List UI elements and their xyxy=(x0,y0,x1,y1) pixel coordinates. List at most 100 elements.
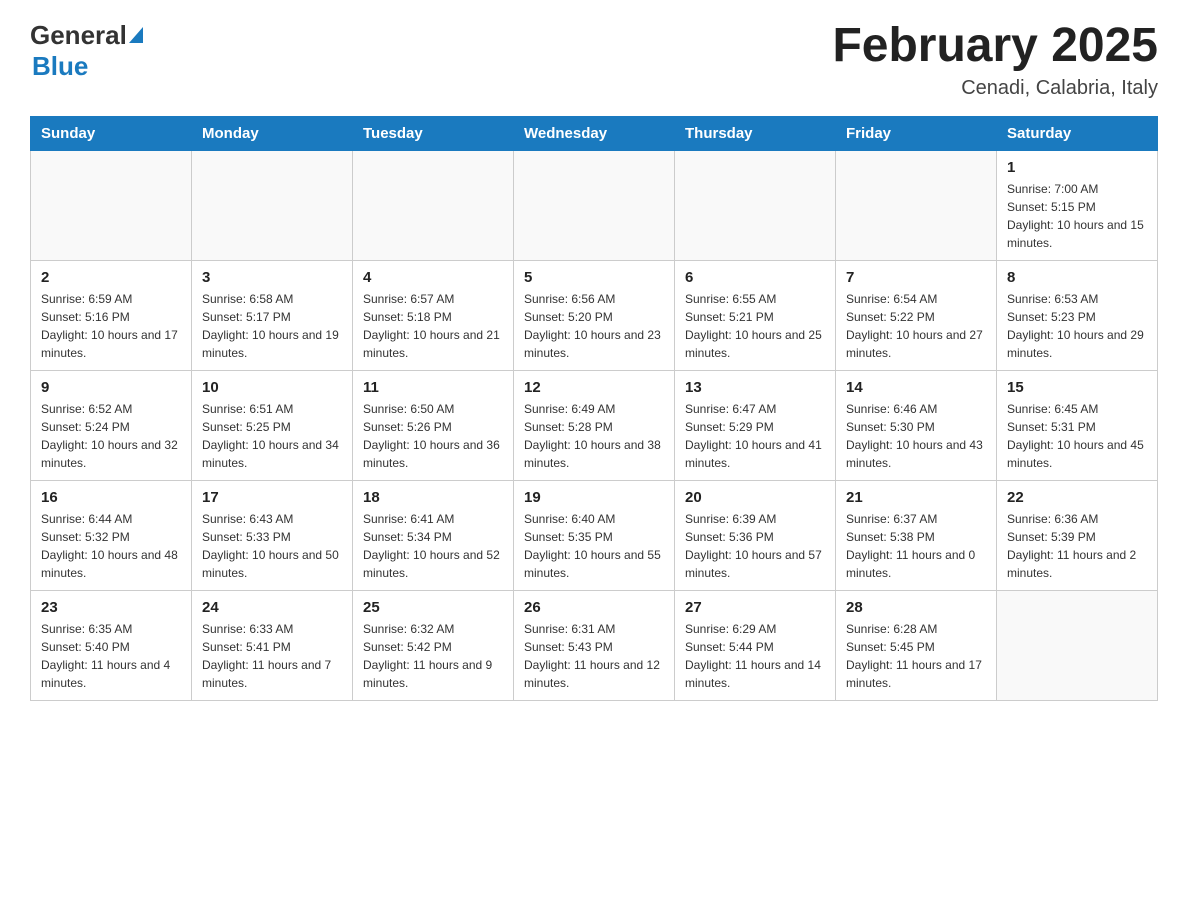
day-info: Sunrise: 6:36 AM Sunset: 5:39 PM Dayligh… xyxy=(1007,510,1147,582)
calendar-cell: 21Sunrise: 6:37 AM Sunset: 5:38 PM Dayli… xyxy=(836,480,997,590)
calendar-cell: 16 Sunrise: 6:44 AM Sunset: 5:32 PM Dayli… xyxy=(31,480,192,590)
day-number: 9 xyxy=(41,379,181,396)
month-title: February 2025 xyxy=(832,20,1158,73)
day-info: Sunrise: 7:00 AM Sunset: 5:15 PM Dayligh… xyxy=(1007,180,1147,252)
calendar-cell: 15Sunrise: 6:45 AM Sunset: 5:31 PM Dayli… xyxy=(997,370,1158,480)
calendar-cell xyxy=(836,150,997,260)
day-number: 4 xyxy=(363,269,503,286)
calendar-cell: 22 Sunrise: 6:36 AM Sunset: 5:39 PM Dayli… xyxy=(997,480,1158,590)
calendar-cell: 5Sunrise: 6:56 AM Sunset: 5:20 PM Daylig… xyxy=(514,260,675,370)
calendar-cell: 24 Sunrise: 6:33 AM Sunset: 5:41 PM Dayli… xyxy=(192,590,353,700)
calendar-cell: 19 Sunrise: 6:40 AM Sunset: 5:35 PM Dayli… xyxy=(514,480,675,590)
day-number: 25 xyxy=(363,599,503,616)
calendar-cell xyxy=(997,590,1158,700)
calendar-cell: 23 Sunrise: 6:35 AM Sunset: 5:40 PM Dayli… xyxy=(31,590,192,700)
day-number: 22 xyxy=(1007,489,1147,506)
day-info: Sunrise: 6:43 AM Sunset: 5:33 PM Dayligh… xyxy=(202,510,342,582)
day-number: 12 xyxy=(524,379,664,396)
weekday-header-wednesday: Wednesday xyxy=(514,116,675,150)
calendar-cell: 7Sunrise: 6:54 AM Sunset: 5:22 PM Daylig… xyxy=(836,260,997,370)
calendar-cell: 27 Sunrise: 6:29 AM Sunset: 5:44 PM Dayli… xyxy=(675,590,836,700)
day-number: 20 xyxy=(685,489,825,506)
day-number: 8 xyxy=(1007,269,1147,286)
calendar-cell: 14 Sunrise: 6:46 AM Sunset: 5:30 PM Dayli… xyxy=(836,370,997,480)
calendar-cell xyxy=(353,150,514,260)
day-number: 18 xyxy=(363,489,503,506)
day-info: Sunrise: 6:29 AM Sunset: 5:44 PM Dayligh… xyxy=(685,620,825,692)
day-info: Sunrise: 6:55 AM Sunset: 5:21 PM Dayligh… xyxy=(685,290,825,362)
day-info: Sunrise: 6:40 AM Sunset: 5:35 PM Dayligh… xyxy=(524,510,664,582)
day-number: 11 xyxy=(363,379,503,396)
day-number: 3 xyxy=(202,269,342,286)
calendar-cell: 3 Sunrise: 6:58 AM Sunset: 5:17 PM Daylig… xyxy=(192,260,353,370)
calendar-cell: 10 Sunrise: 6:51 AM Sunset: 5:25 PM Dayli… xyxy=(192,370,353,480)
day-number: 14 xyxy=(846,379,986,396)
calendar-week-row: 23 Sunrise: 6:35 AM Sunset: 5:40 PM Dayli… xyxy=(31,590,1158,700)
calendar-week-row: 16 Sunrise: 6:44 AM Sunset: 5:32 PM Dayli… xyxy=(31,480,1158,590)
calendar-cell xyxy=(192,150,353,260)
location-title: Cenadi, Calabria, Italy xyxy=(832,77,1158,100)
day-number: 28 xyxy=(846,599,986,616)
day-info: Sunrise: 6:58 AM Sunset: 5:17 PM Dayligh… xyxy=(202,290,342,362)
logo: General Blue xyxy=(30,20,143,82)
logo-general-text: General xyxy=(30,20,127,51)
calendar-cell: 28 Sunrise: 6:28 AM Sunset: 5:45 PM Dayli… xyxy=(836,590,997,700)
calendar-cell: 11 Sunrise: 6:50 AM Sunset: 5:26 PM Dayli… xyxy=(353,370,514,480)
day-number: 1 xyxy=(1007,159,1147,176)
calendar-cell: 18Sunrise: 6:41 AM Sunset: 5:34 PM Dayli… xyxy=(353,480,514,590)
day-info: Sunrise: 6:39 AM Sunset: 5:36 PM Dayligh… xyxy=(685,510,825,582)
day-info: Sunrise: 6:31 AM Sunset: 5:43 PM Dayligh… xyxy=(524,620,664,692)
calendar-cell: 8 Sunrise: 6:53 AM Sunset: 5:23 PM Daylig… xyxy=(997,260,1158,370)
calendar-cell xyxy=(31,150,192,260)
page-header: General Blue February 2025 Cenadi, Calab… xyxy=(30,20,1158,100)
day-info: Sunrise: 6:49 AM Sunset: 5:28 PM Dayligh… xyxy=(524,400,664,472)
calendar-cell: 4 Sunrise: 6:57 AM Sunset: 5:18 PM Daylig… xyxy=(353,260,514,370)
day-info: Sunrise: 6:53 AM Sunset: 5:23 PM Dayligh… xyxy=(1007,290,1147,362)
day-info: Sunrise: 6:33 AM Sunset: 5:41 PM Dayligh… xyxy=(202,620,342,692)
day-info: Sunrise: 6:28 AM Sunset: 5:45 PM Dayligh… xyxy=(846,620,986,692)
calendar-cell: 26 Sunrise: 6:31 AM Sunset: 5:43 PM Dayli… xyxy=(514,590,675,700)
calendar-cell: 17 Sunrise: 6:43 AM Sunset: 5:33 PM Dayli… xyxy=(192,480,353,590)
calendar-cell: 13Sunrise: 6:47 AM Sunset: 5:29 PM Dayli… xyxy=(675,370,836,480)
day-info: Sunrise: 6:52 AM Sunset: 5:24 PM Dayligh… xyxy=(41,400,181,472)
day-info: Sunrise: 6:50 AM Sunset: 5:26 PM Dayligh… xyxy=(363,400,503,472)
calendar-header-row: SundayMondayTuesdayWednesdayThursdayFrid… xyxy=(31,116,1158,150)
calendar-cell: 12 Sunrise: 6:49 AM Sunset: 5:28 PM Dayli… xyxy=(514,370,675,480)
day-info: Sunrise: 6:44 AM Sunset: 5:32 PM Dayligh… xyxy=(41,510,181,582)
calendar-cell: 25Sunrise: 6:32 AM Sunset: 5:42 PM Dayli… xyxy=(353,590,514,700)
day-info: Sunrise: 6:35 AM Sunset: 5:40 PM Dayligh… xyxy=(41,620,181,692)
calendar-week-row: 2 Sunrise: 6:59 AM Sunset: 5:16 PM Daylig… xyxy=(31,260,1158,370)
weekday-header-saturday: Saturday xyxy=(997,116,1158,150)
day-number: 10 xyxy=(202,379,342,396)
day-info: Sunrise: 6:59 AM Sunset: 5:16 PM Dayligh… xyxy=(41,290,181,362)
day-number: 16 xyxy=(41,489,181,506)
day-number: 19 xyxy=(524,489,664,506)
calendar-cell xyxy=(675,150,836,260)
calendar-cell: 2 Sunrise: 6:59 AM Sunset: 5:16 PM Daylig… xyxy=(31,260,192,370)
weekday-header-tuesday: Tuesday xyxy=(353,116,514,150)
calendar-week-row: 9 Sunrise: 6:52 AM Sunset: 5:24 PM Daylig… xyxy=(31,370,1158,480)
title-area: February 2025 Cenadi, Calabria, Italy xyxy=(832,20,1158,100)
day-number: 26 xyxy=(524,599,664,616)
calendar-cell: 1 Sunrise: 7:00 AM Sunset: 5:15 PM Daylig… xyxy=(997,150,1158,260)
calendar-cell: 6 Sunrise: 6:55 AM Sunset: 5:21 PM Daylig… xyxy=(675,260,836,370)
logo-triangle-icon xyxy=(129,27,143,43)
day-number: 5 xyxy=(524,269,664,286)
day-number: 13 xyxy=(685,379,825,396)
calendar-table: SundayMondayTuesdayWednesdayThursdayFrid… xyxy=(30,116,1158,701)
calendar-week-row: 1 Sunrise: 7:00 AM Sunset: 5:15 PM Daylig… xyxy=(31,150,1158,260)
day-info: Sunrise: 6:46 AM Sunset: 5:30 PM Dayligh… xyxy=(846,400,986,472)
weekday-header-sunday: Sunday xyxy=(31,116,192,150)
day-number: 23 xyxy=(41,599,181,616)
day-number: 24 xyxy=(202,599,342,616)
day-number: 27 xyxy=(685,599,825,616)
weekday-header-friday: Friday xyxy=(836,116,997,150)
day-number: 15 xyxy=(1007,379,1147,396)
calendar-cell: 9 Sunrise: 6:52 AM Sunset: 5:24 PM Daylig… xyxy=(31,370,192,480)
day-number: 6 xyxy=(685,269,825,286)
day-info: Sunrise: 6:57 AM Sunset: 5:18 PM Dayligh… xyxy=(363,290,503,362)
day-number: 17 xyxy=(202,489,342,506)
day-info: Sunrise: 6:51 AM Sunset: 5:25 PM Dayligh… xyxy=(202,400,342,472)
calendar-cell: 20 Sunrise: 6:39 AM Sunset: 5:36 PM Dayli… xyxy=(675,480,836,590)
day-number: 2 xyxy=(41,269,181,286)
